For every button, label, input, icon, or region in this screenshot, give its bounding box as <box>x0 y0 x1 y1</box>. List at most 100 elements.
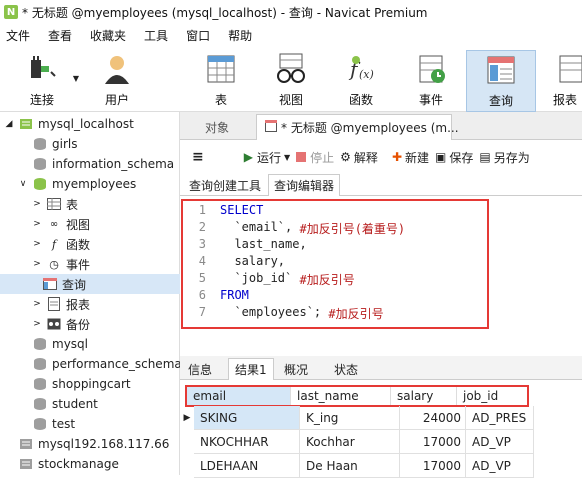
window-title: * 无标题 @myemployees (mysql_localhost) - 查… <box>22 5 428 20</box>
menu-window[interactable]: 窗口 <box>177 27 219 44</box>
cell-last-name[interactable]: De Haan <box>300 454 400 478</box>
tab-query[interactable]: * 无标题 @myemployees (m... <box>256 114 459 140</box>
tab-query-editor[interactable]: 查询编辑器 <box>268 174 341 196</box>
run-button[interactable]: ▶ 运行 ▼ <box>244 149 290 166</box>
tree-label: mysql <box>52 337 88 351</box>
tree-label: student <box>52 397 98 411</box>
user-icon <box>100 50 134 88</box>
tree-connection-mysql-localhost[interactable]: ◢ mysql_localhost <box>4 114 134 134</box>
cell-email[interactable]: LDEHAAN <box>194 454 300 478</box>
explain-button[interactable]: ⚙ 解释 <box>340 149 378 166</box>
tree-db-girls[interactable]: girls <box>32 134 77 154</box>
code-line: 6 FROM <box>180 288 249 305</box>
tab-profile[interactable]: 概况 <box>278 358 314 380</box>
tree-node-tables[interactable]: > 表 <box>32 194 78 214</box>
document-tabs: 对象 * 无标题 @myemployees (m... <box>180 112 582 140</box>
tree-connection-stockmanage[interactable]: stockmanage <box>18 454 119 474</box>
function-button[interactable]: f (x) 函数 <box>336 50 386 112</box>
cell-salary[interactable]: 17000 <box>400 430 466 454</box>
stop-button[interactable]: 停止 <box>296 149 334 166</box>
column-header-email[interactable]: email <box>187 387 291 405</box>
new-label: 新建 <box>405 150 430 165</box>
table-row[interactable]: NKOCHHAR Kochhar 17000 AD_VP <box>180 430 534 454</box>
tree-node-functions[interactable]: > f 函数 <box>32 234 90 254</box>
save-button[interactable]: ▣ 保存 <box>435 149 473 166</box>
cell-last-name[interactable]: K_ing <box>300 406 400 430</box>
cell-job-id[interactable]: AD_VP <box>466 430 534 454</box>
tree-db-myemployees[interactable]: ∨ myemployees <box>18 174 137 194</box>
event-button[interactable]: 事件 <box>406 50 456 112</box>
tree-db-mysql[interactable]: mysql <box>32 334 88 354</box>
tree-db-shoppingcart[interactable]: shoppingcart <box>32 374 131 394</box>
tab-objects[interactable]: 对象 <box>180 114 254 140</box>
database-icon <box>32 357 48 371</box>
save-as-icon: ▤ <box>479 150 491 164</box>
tree-node-views[interactable]: > ∞ 视图 <box>32 214 90 234</box>
tree-label: shoppingcart <box>52 377 131 391</box>
menu-button[interactable]: ≡ <box>192 149 204 165</box>
tree-connection-mysql-remote[interactable]: mysql192.168.117.66 <box>18 434 169 454</box>
connect-button[interactable]: 连接 <box>14 50 70 112</box>
column-header-last-name[interactable]: last_name <box>291 387 391 405</box>
menu-favorites[interactable]: 收藏夹 <box>81 27 135 44</box>
sql-text: salary, <box>220 254 286 268</box>
tree-db-student[interactable]: student <box>32 394 98 414</box>
query-toolbar: ≡ ▶ 运行 ▼ 停止 ⚙ 解释 ✚ 新建 ▣ 保存 ▤ 另存为 <box>180 142 582 172</box>
tree-label: 报表 <box>66 297 91 312</box>
cell-last-name[interactable]: Kochhar <box>300 430 400 454</box>
cell-email[interactable]: SKING <box>194 406 300 430</box>
tab-query-builder[interactable]: 查询创建工具 <box>184 174 266 196</box>
column-header-salary[interactable]: salary <box>391 387 457 405</box>
table-row[interactable]: LDEHAAN De Haan 17000 AD_VP <box>180 454 534 478</box>
query-icon <box>484 51 518 89</box>
user-button[interactable]: 用户 <box>92 50 142 112</box>
collapsed-arrow-icon: > <box>33 219 41 229</box>
collapsed-arrow-icon: > <box>33 299 41 309</box>
table-button[interactable]: 表 <box>196 50 246 112</box>
tree-db-test[interactable]: test <box>32 414 75 434</box>
save-as-button[interactable]: ▤ 另存为 <box>479 149 529 166</box>
tree-label: mysql192.168.117.66 <box>38 437 170 451</box>
connection-icon <box>18 457 34 471</box>
tree-label: 查询 <box>62 277 87 292</box>
tree-node-reports[interactable]: > 报表 <box>32 294 90 314</box>
cell-email[interactable]: NKOCHHAR <box>194 430 300 454</box>
tree-node-events[interactable]: > ◷ 事件 <box>32 254 90 274</box>
editor-subtabs: 查询创建工具 查询编辑器 <box>180 172 582 196</box>
cell-salary[interactable]: 17000 <box>400 454 466 478</box>
menu-file[interactable]: 文件 <box>0 27 39 44</box>
play-icon: ▶ <box>243 150 253 164</box>
connection-tree: ◢ mysql_localhost girls information_sche… <box>0 112 182 475</box>
menu-tools[interactable]: 工具 <box>135 27 177 44</box>
menu-view[interactable]: 查看 <box>39 27 81 44</box>
code-line: 1 SELECT <box>180 203 264 220</box>
new-button[interactable]: ✚ 新建 <box>392 149 429 166</box>
cell-job-id[interactable]: AD_VP <box>466 454 534 478</box>
main-toolbar: 连接 ▼ 用户 表 视图 f (x) 函数 事件 查询 报表 <box>0 46 582 112</box>
navicat-app-icon: N <box>4 5 18 19</box>
tree-node-backups[interactable]: > 备份 <box>32 314 90 334</box>
cell-salary[interactable]: 24000 <box>400 406 466 430</box>
menu-help[interactable]: 帮助 <box>219 27 261 44</box>
tree-db-information-schema[interactable]: information_schema <box>32 154 174 174</box>
report-button[interactable]: 报表 <box>548 50 582 112</box>
tree-node-queries[interactable]: 查询 <box>0 274 180 294</box>
tab-result1[interactable]: 结果1 <box>228 358 274 380</box>
line-number: 5 <box>198 271 206 285</box>
query-icon <box>42 277 58 291</box>
result-grid[interactable]: email last_name salary job_id ▶ SKING K_… <box>180 382 582 478</box>
table-row[interactable]: ▶ SKING K_ing 24000 AD_PRES <box>180 406 534 430</box>
sql-editor[interactable]: 1 SELECT 2 `email`, #加反引号(着重号) 3 last_name,… <box>180 196 582 346</box>
tree-db-performance-schema[interactable]: performance_schema <box>32 354 182 374</box>
line-number: 7 <box>198 305 206 319</box>
caret-down-icon: ▼ <box>283 152 291 162</box>
query-button[interactable]: 查询 <box>466 50 536 112</box>
column-header-job-id[interactable]: job_id <box>457 387 527 405</box>
view-button[interactable]: 视图 <box>266 50 316 112</box>
tree-label: girls <box>52 137 78 151</box>
line-number: 3 <box>198 237 206 251</box>
cell-job-id[interactable]: AD_PRES <box>466 406 534 430</box>
tree-label: myemployees <box>52 177 137 191</box>
tab-info[interactable]: 信息 <box>182 358 218 380</box>
tab-status[interactable]: 状态 <box>328 358 364 380</box>
